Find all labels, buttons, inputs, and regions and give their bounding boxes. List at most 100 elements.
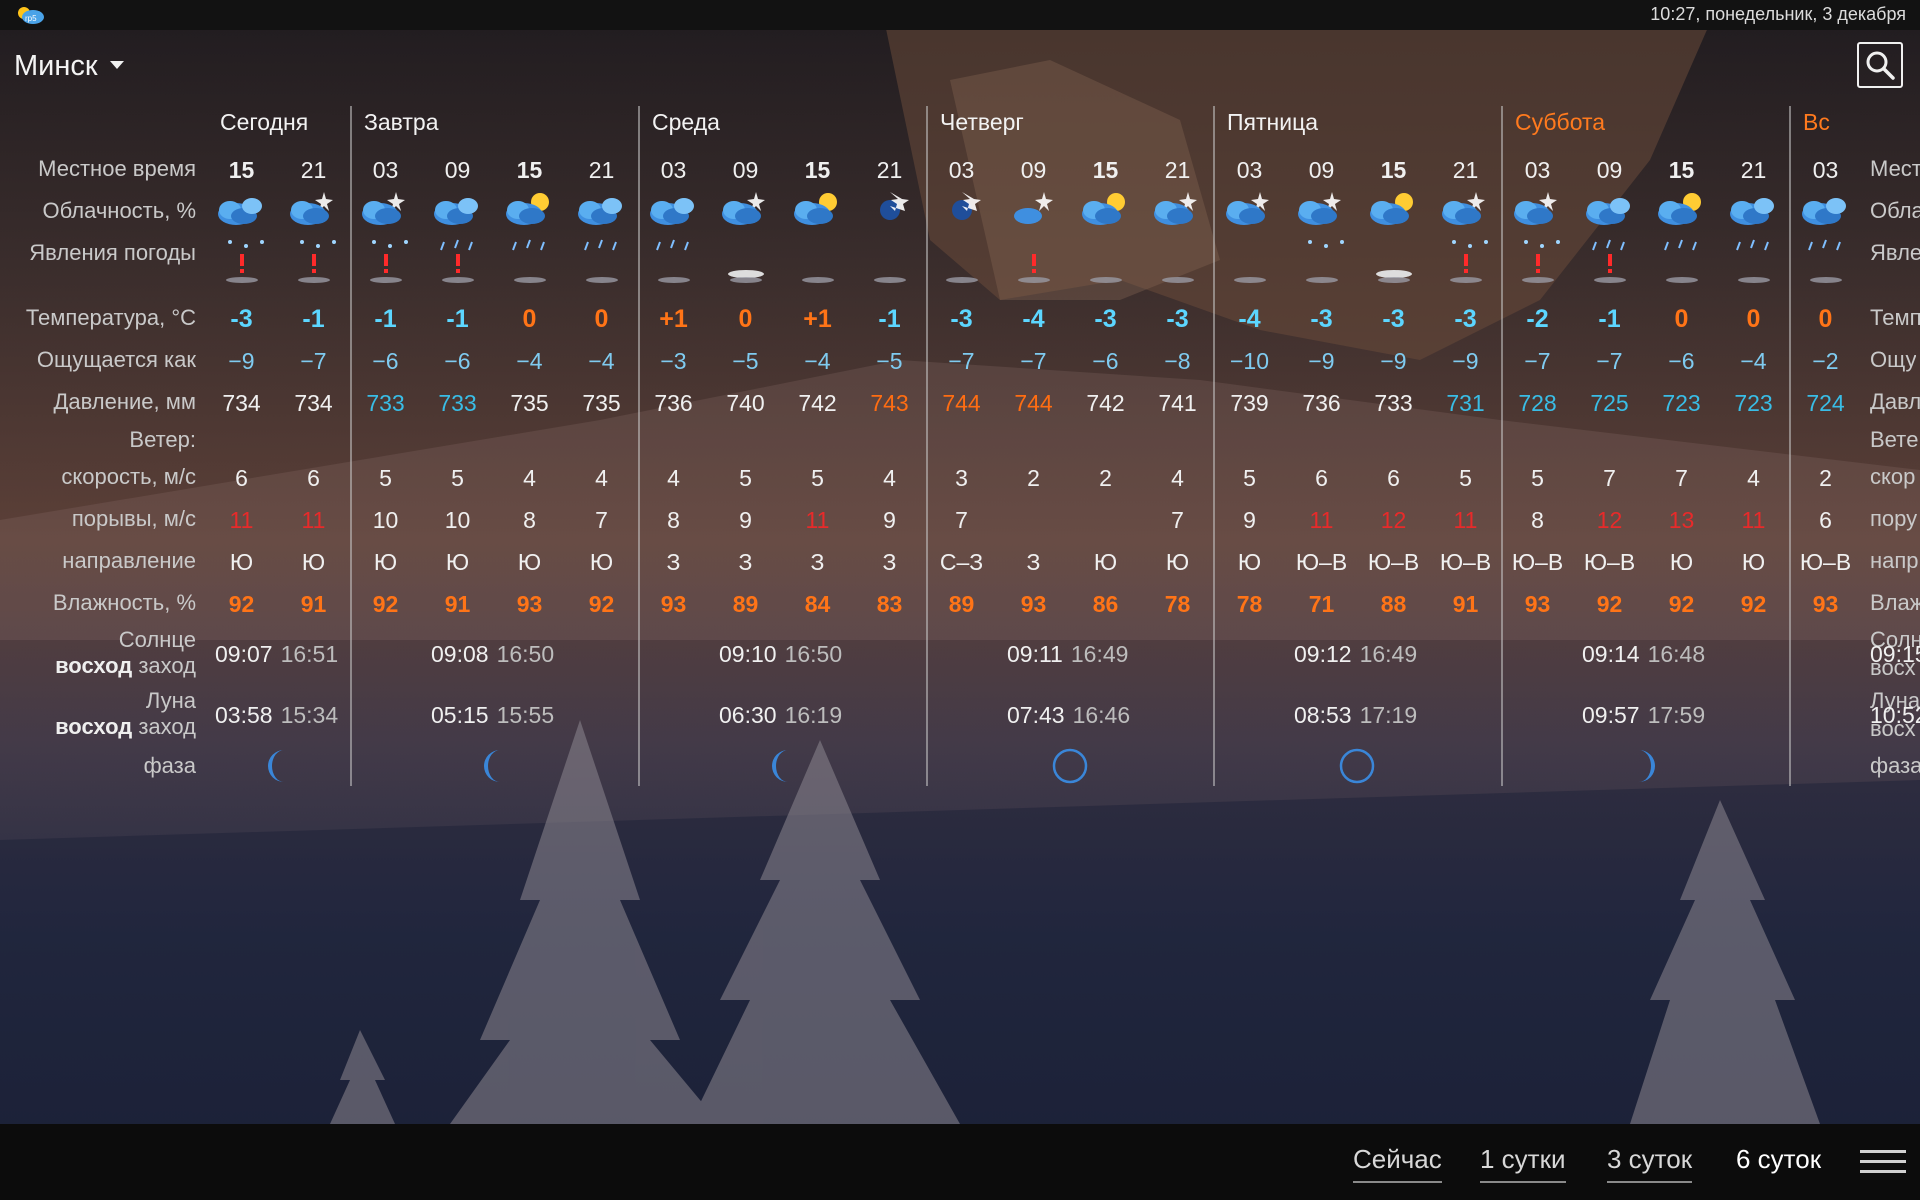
temperature-value: -4 (1022, 305, 1045, 333)
temperature-value: -2 (1526, 305, 1549, 333)
label-sun-set: заход (138, 653, 196, 678)
wind-speed-value: 6 (1387, 465, 1400, 491)
tab-now[interactable]: Сейчас (1353, 1144, 1442, 1183)
svg-text:rp5: rp5 (25, 14, 37, 23)
label-wind-speed: скорость, м/с (61, 464, 196, 489)
weather-phenomena-icon (926, 234, 998, 283)
warning-icon (206, 234, 278, 283)
search-button[interactable] (1857, 42, 1903, 88)
cloud-icon (998, 188, 1070, 232)
slot-time: 03 (948, 157, 975, 183)
wind-speed-value: 5 (811, 465, 824, 491)
moonrise-time: 10:52 (1870, 702, 1920, 728)
humidity-value: 78 (1236, 591, 1263, 617)
humidity-value: 89 (948, 591, 975, 617)
label-local-time: Местное время (38, 156, 196, 181)
pressure-value: 735 (510, 390, 549, 416)
sunrise-time: 09:11 (1007, 641, 1063, 667)
pressure-value: 735 (582, 390, 621, 416)
pressure-value: 733 (1374, 390, 1413, 416)
wind-direction-value: З (882, 549, 897, 575)
slot-time: 03 (1236, 157, 1263, 183)
weather-phenomena-icon (566, 234, 638, 283)
temperature-value: -1 (1598, 305, 1621, 333)
wind-speed-value: 5 (739, 465, 752, 491)
humidity-value: 92 (372, 591, 399, 617)
warning-icon (350, 234, 422, 283)
wind-direction-value: З (738, 549, 753, 575)
feels-like-value: −6 (444, 348, 471, 374)
moon-times: 09:57 17:59 (1582, 701, 1705, 729)
temperature-value: -3 (1382, 305, 1405, 333)
humidity-value: 93 (660, 591, 687, 617)
slot-time: 15 (1380, 157, 1407, 183)
wind-direction-value: Ю–В (1295, 549, 1348, 575)
wind-speed-value: 5 (1459, 465, 1472, 491)
label-phase: фаза (143, 753, 196, 778)
wind-speed-value: 5 (1531, 465, 1544, 491)
slot-time: 21 (876, 157, 903, 183)
slot-time: 21 (1164, 157, 1191, 183)
wind-speed-value: 2 (1099, 465, 1112, 491)
tab-3-days[interactable]: 3 суток (1607, 1144, 1693, 1183)
warning-icon (1430, 234, 1502, 283)
tab-1-day[interactable]: 1 сутки (1480, 1144, 1566, 1183)
humidity-value: 83 (876, 591, 903, 617)
city-selector[interactable]: Минск (14, 50, 124, 83)
wind-gust-value: 12 (1380, 507, 1407, 533)
day-header: Суббота (1515, 109, 1606, 135)
humidity-value: 88 (1380, 591, 1407, 617)
cloud-icon (1574, 188, 1646, 232)
cloud-icon (494, 188, 566, 232)
pressure-value: 733 (366, 390, 405, 416)
feels-like-value: −4 (804, 348, 831, 374)
cloud-icon (1214, 188, 1286, 232)
wind-direction-value: Ю–В (1511, 549, 1564, 575)
feels-like-value: −8 (1164, 348, 1191, 374)
slot-time: 03 (372, 157, 399, 183)
wind-direction-value: Ю (445, 549, 470, 575)
tab-6-days[interactable]: 6 суток (1736, 1144, 1821, 1181)
weather-phenomena-icon (854, 234, 926, 283)
warning-icon (278, 234, 350, 283)
feels-like-value: −6 (372, 348, 399, 374)
humidity-value: 93 (516, 591, 543, 617)
wind-speed-value: 6 (1315, 465, 1328, 491)
cloud-icon (854, 188, 926, 232)
wind-speed-value: 5 (379, 465, 392, 491)
wind-gust-value: 9 (739, 507, 752, 533)
wind-gust-value: 8 (523, 507, 536, 533)
weather-phenomena-icon (1070, 234, 1142, 283)
hamburger-menu-icon[interactable] (1860, 1150, 1906, 1180)
label-sun-title: Солнце (118, 627, 196, 652)
wind-direction-value: С–З (939, 549, 984, 575)
cloud-icon (926, 188, 998, 232)
moonrise-time: 03:58 (215, 702, 273, 728)
weather-phenomena-icon (1286, 234, 1358, 283)
pressure-value: 741 (1158, 390, 1197, 416)
wind-direction-value: Ю (1093, 549, 1118, 575)
feels-like-value: −4 (1740, 348, 1767, 374)
weather-phenomena-icon (638, 234, 710, 283)
wind-direction-value: Ю (1165, 549, 1190, 575)
label-moon-title: Луна (145, 688, 196, 713)
feels-like-value: −4 (588, 348, 615, 374)
wind-direction-value: Ю (1669, 549, 1694, 575)
wind-gust-value: 7 (955, 507, 968, 533)
right-label-cloudiness: Обла (1870, 198, 1920, 223)
cloud-icon (1718, 188, 1790, 232)
pressure-value: 723 (1662, 390, 1701, 416)
day-header: Среда (652, 109, 720, 135)
wind-gust-value: 11 (1741, 507, 1766, 533)
sun-times: 09:07 16:51 (215, 640, 338, 668)
moonrise-time: 07:43 (1007, 702, 1065, 728)
moonset-time: 16:19 (784, 702, 843, 728)
sun-times: 09:11 16:49 (1007, 640, 1128, 668)
pressure-value: 744 (1014, 390, 1053, 416)
feels-like-value: −3 (660, 348, 687, 374)
humidity-value: 92 (588, 591, 615, 617)
cloud-icon (566, 188, 638, 232)
moonrise-time: 09:57 (1582, 702, 1640, 728)
search-icon (1866, 51, 1895, 80)
humidity-value: 86 (1092, 591, 1119, 617)
